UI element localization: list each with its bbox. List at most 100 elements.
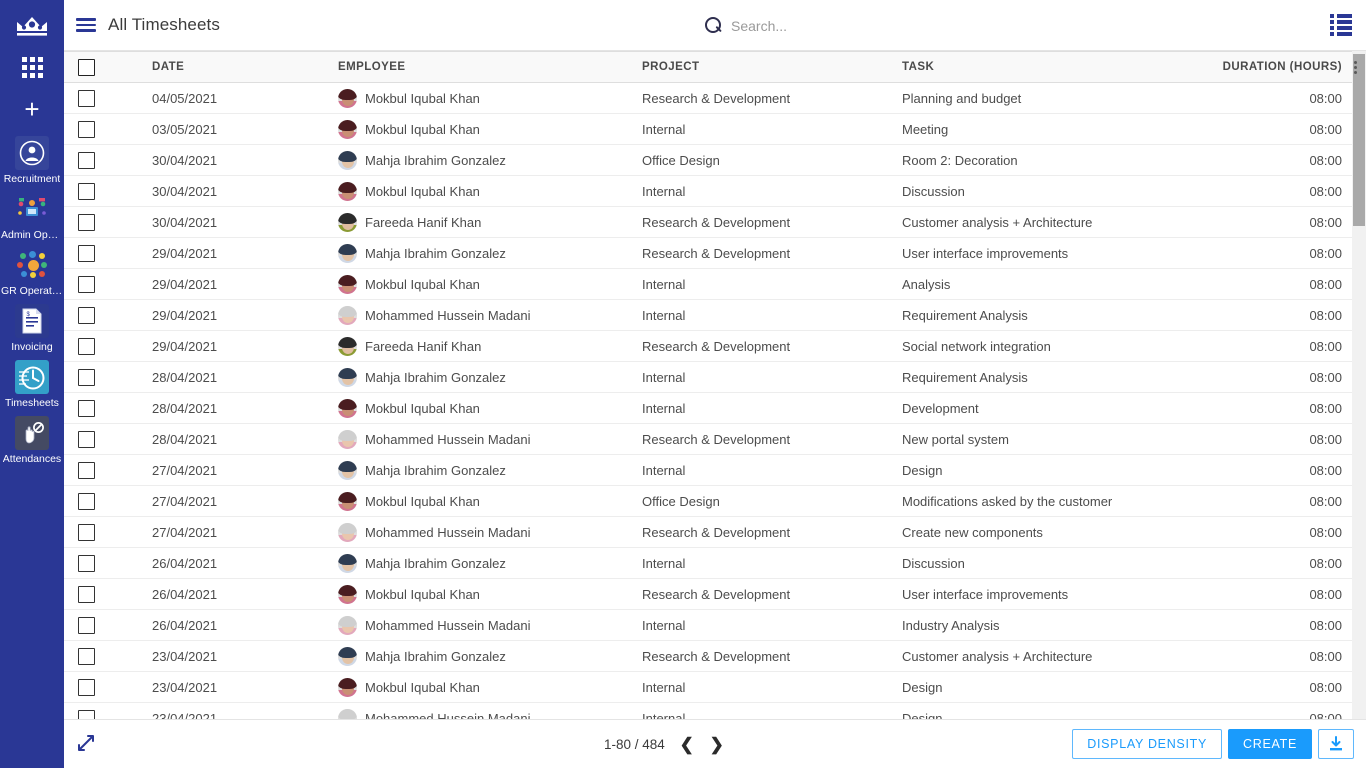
row-checkbox[interactable] bbox=[77, 306, 95, 324]
table-row[interactable]: 30/04/2021 Mahja Ibrahim Gonzalez Office D… bbox=[64, 144, 1352, 176]
row-checkbox[interactable] bbox=[77, 213, 95, 231]
cell-employee: Mokbul Iqubal Khan bbox=[337, 175, 640, 207]
main-area: All Timesheets DATE bbox=[64, 0, 1366, 768]
sidebar-item-admin-operations[interactable]: Admin Oper... bbox=[0, 192, 64, 242]
row-checkbox[interactable] bbox=[77, 647, 95, 665]
row-checkbox[interactable] bbox=[77, 244, 95, 262]
cell-employee: Mohammed Hussein Madani bbox=[337, 702, 640, 719]
avatar bbox=[338, 367, 357, 387]
table-row[interactable]: 28/04/2021 Mokbul Iqubal Khan Internal Deve… bbox=[64, 392, 1352, 424]
cell-duration: 08:00 bbox=[1210, 268, 1352, 300]
row-select-cell bbox=[64, 82, 108, 114]
chevron-right-icon[interactable]: ❯ bbox=[709, 734, 725, 754]
row-select-cell bbox=[64, 392, 108, 424]
table-row[interactable]: 27/04/2021 Mahja Ibrahim Gonzalez Internal… bbox=[64, 454, 1352, 486]
row-checkbox[interactable] bbox=[77, 151, 95, 169]
table-row[interactable]: 28/04/2021 Mohammed Hussein Madani Researc… bbox=[64, 423, 1352, 455]
sidebar-item-recruitment[interactable]: Recruitment bbox=[0, 136, 64, 186]
table-row[interactable]: 26/04/2021 Mahja Ibrahim Gonzalez Internal… bbox=[64, 547, 1352, 579]
column-header-date[interactable]: DATE bbox=[108, 51, 337, 83]
chevron-left-icon[interactable]: ❮ bbox=[679, 734, 695, 754]
cell-employee: Fareeda Hanif Khan bbox=[337, 206, 640, 238]
apps-grid-icon[interactable] bbox=[0, 46, 64, 88]
plus-icon[interactable]: + bbox=[0, 88, 64, 130]
table-scrollbar[interactable] bbox=[1352, 51, 1366, 719]
expand-fullscreen-icon[interactable] bbox=[76, 733, 98, 755]
create-button[interactable]: CREATE bbox=[1228, 729, 1312, 759]
cell-employee: Mokbul Iqubal Khan bbox=[337, 113, 640, 145]
table-row[interactable]: 26/04/2021 Mokbul Iqubal Khan Research & D… bbox=[64, 578, 1352, 610]
cell-date: 30/04/2021 bbox=[108, 206, 337, 238]
row-checkbox[interactable] bbox=[77, 523, 95, 541]
row-select-cell bbox=[64, 640, 108, 672]
row-select-cell bbox=[64, 609, 108, 641]
row-checkbox[interactable] bbox=[77, 709, 95, 719]
cell-project: Research & Development bbox=[640, 82, 900, 114]
table-row[interactable]: 29/04/2021 Mahja Ibrahim Gonzalez Research… bbox=[64, 237, 1352, 269]
row-checkbox[interactable] bbox=[77, 368, 95, 386]
crown-logo-icon[interactable] bbox=[0, 6, 64, 46]
table-row[interactable]: 23/04/2021 Mahja Ibrahim Gonzalez Research… bbox=[64, 640, 1352, 672]
column-header-employee[interactable]: EMPLOYEE bbox=[337, 51, 640, 83]
download-icon[interactable] bbox=[1318, 729, 1354, 759]
column-options-icon[interactable] bbox=[1348, 59, 1362, 75]
table-row[interactable]: 04/05/2021 Mokbul Iqubal Khan Research & D… bbox=[64, 82, 1352, 114]
sidebar-item-attendances[interactable]: Attendances bbox=[0, 416, 64, 466]
row-checkbox[interactable] bbox=[77, 492, 95, 510]
sidebar-item-gr-operations[interactable]: GR Operatio... bbox=[0, 248, 64, 298]
select-all-checkbox[interactable] bbox=[77, 58, 95, 76]
admin-operations-icon bbox=[15, 192, 49, 226]
table-row[interactable]: 27/04/2021 Mohammed Hussein Madani Researc… bbox=[64, 516, 1352, 548]
table-row[interactable]: 03/05/2021 Mokbul Iqubal Khan Internal Meet… bbox=[64, 113, 1352, 145]
table-row[interactable]: 30/04/2021 Fareeda Hanif Khan Research & D… bbox=[64, 206, 1352, 238]
column-header-task[interactable]: TASK bbox=[900, 51, 1210, 83]
row-select-cell bbox=[64, 330, 108, 362]
row-checkbox[interactable] bbox=[77, 89, 95, 107]
row-checkbox[interactable] bbox=[77, 337, 95, 355]
row-checkbox[interactable] bbox=[77, 399, 95, 417]
avatar bbox=[338, 522, 357, 542]
cell-project: Internal bbox=[640, 361, 900, 393]
row-checkbox[interactable] bbox=[77, 120, 95, 138]
cell-employee: Mahja Ibrahim Gonzalez bbox=[337, 361, 640, 393]
hamburger-menu-icon[interactable] bbox=[76, 14, 98, 36]
employee-name: Mokbul Iqubal Khan bbox=[365, 121, 480, 137]
row-checkbox[interactable] bbox=[77, 554, 95, 572]
row-checkbox[interactable] bbox=[77, 585, 95, 603]
cell-duration: 08:00 bbox=[1210, 640, 1352, 672]
row-checkbox[interactable] bbox=[77, 461, 95, 479]
employee-name: Mokbul Iqubal Khan bbox=[365, 90, 480, 106]
sidebar-item-invoicing[interactable]: $ Invoicing bbox=[0, 304, 64, 354]
employee-name: Mahja Ibrahim Gonzalez bbox=[365, 648, 506, 664]
row-checkbox[interactable] bbox=[77, 430, 95, 448]
timesheets-table-container: DATE EMPLOYEE PROJECT TASK DURATION (HOU… bbox=[64, 51, 1366, 719]
display-density-button[interactable]: DISPLAY DENSITY bbox=[1072, 729, 1223, 759]
table-row[interactable]: 29/04/2021 Mokbul Iqubal Khan Internal Anal… bbox=[64, 268, 1352, 300]
select-all-header bbox=[64, 51, 108, 83]
row-checkbox[interactable] bbox=[77, 678, 95, 696]
sidebar-item-timesheets[interactable]: Timesheets bbox=[0, 360, 64, 410]
table-row[interactable]: 30/04/2021 Mokbul Iqubal Khan Internal Disc… bbox=[64, 175, 1352, 207]
cell-date: 29/04/2021 bbox=[108, 299, 337, 331]
row-select-cell bbox=[64, 268, 108, 300]
table-row[interactable]: 23/04/2021 Mokbul Iqubal Khan Internal Desi… bbox=[64, 671, 1352, 703]
table-row[interactable]: 29/04/2021 Fareeda Hanif Khan Research & D… bbox=[64, 330, 1352, 362]
table-row[interactable]: 29/04/2021 Mohammed Hussein Madani Interna… bbox=[64, 299, 1352, 331]
table-body: 04/05/2021 Mokbul Iqubal Khan Research & D… bbox=[64, 82, 1352, 719]
search-input[interactable] bbox=[731, 17, 1211, 34]
column-header-project[interactable]: PROJECT bbox=[640, 51, 900, 83]
table-row[interactable]: 27/04/2021 Mokbul Iqubal Khan Office Desig… bbox=[64, 485, 1352, 517]
column-header-duration[interactable]: DURATION (HOURS) bbox=[1210, 51, 1352, 83]
cell-duration: 08:00 bbox=[1210, 516, 1352, 548]
scrollbar-thumb[interactable] bbox=[1353, 54, 1365, 226]
row-checkbox[interactable] bbox=[77, 616, 95, 634]
cell-duration: 08:00 bbox=[1210, 206, 1352, 238]
list-view-icon[interactable] bbox=[1330, 14, 1354, 36]
search-bar[interactable] bbox=[704, 0, 1264, 51]
row-checkbox[interactable] bbox=[77, 275, 95, 293]
table-row[interactable]: 26/04/2021 Mohammed Hussein Madani Interna… bbox=[64, 609, 1352, 641]
row-checkbox[interactable] bbox=[77, 182, 95, 200]
table-row[interactable]: 28/04/2021 Mahja Ibrahim Gonzalez Internal… bbox=[64, 361, 1352, 393]
table-row[interactable]: 23/04/2021 Mohammed Hussein Madani Interna… bbox=[64, 702, 1352, 719]
timesheets-table: DATE EMPLOYEE PROJECT TASK DURATION (HOU… bbox=[64, 51, 1352, 719]
